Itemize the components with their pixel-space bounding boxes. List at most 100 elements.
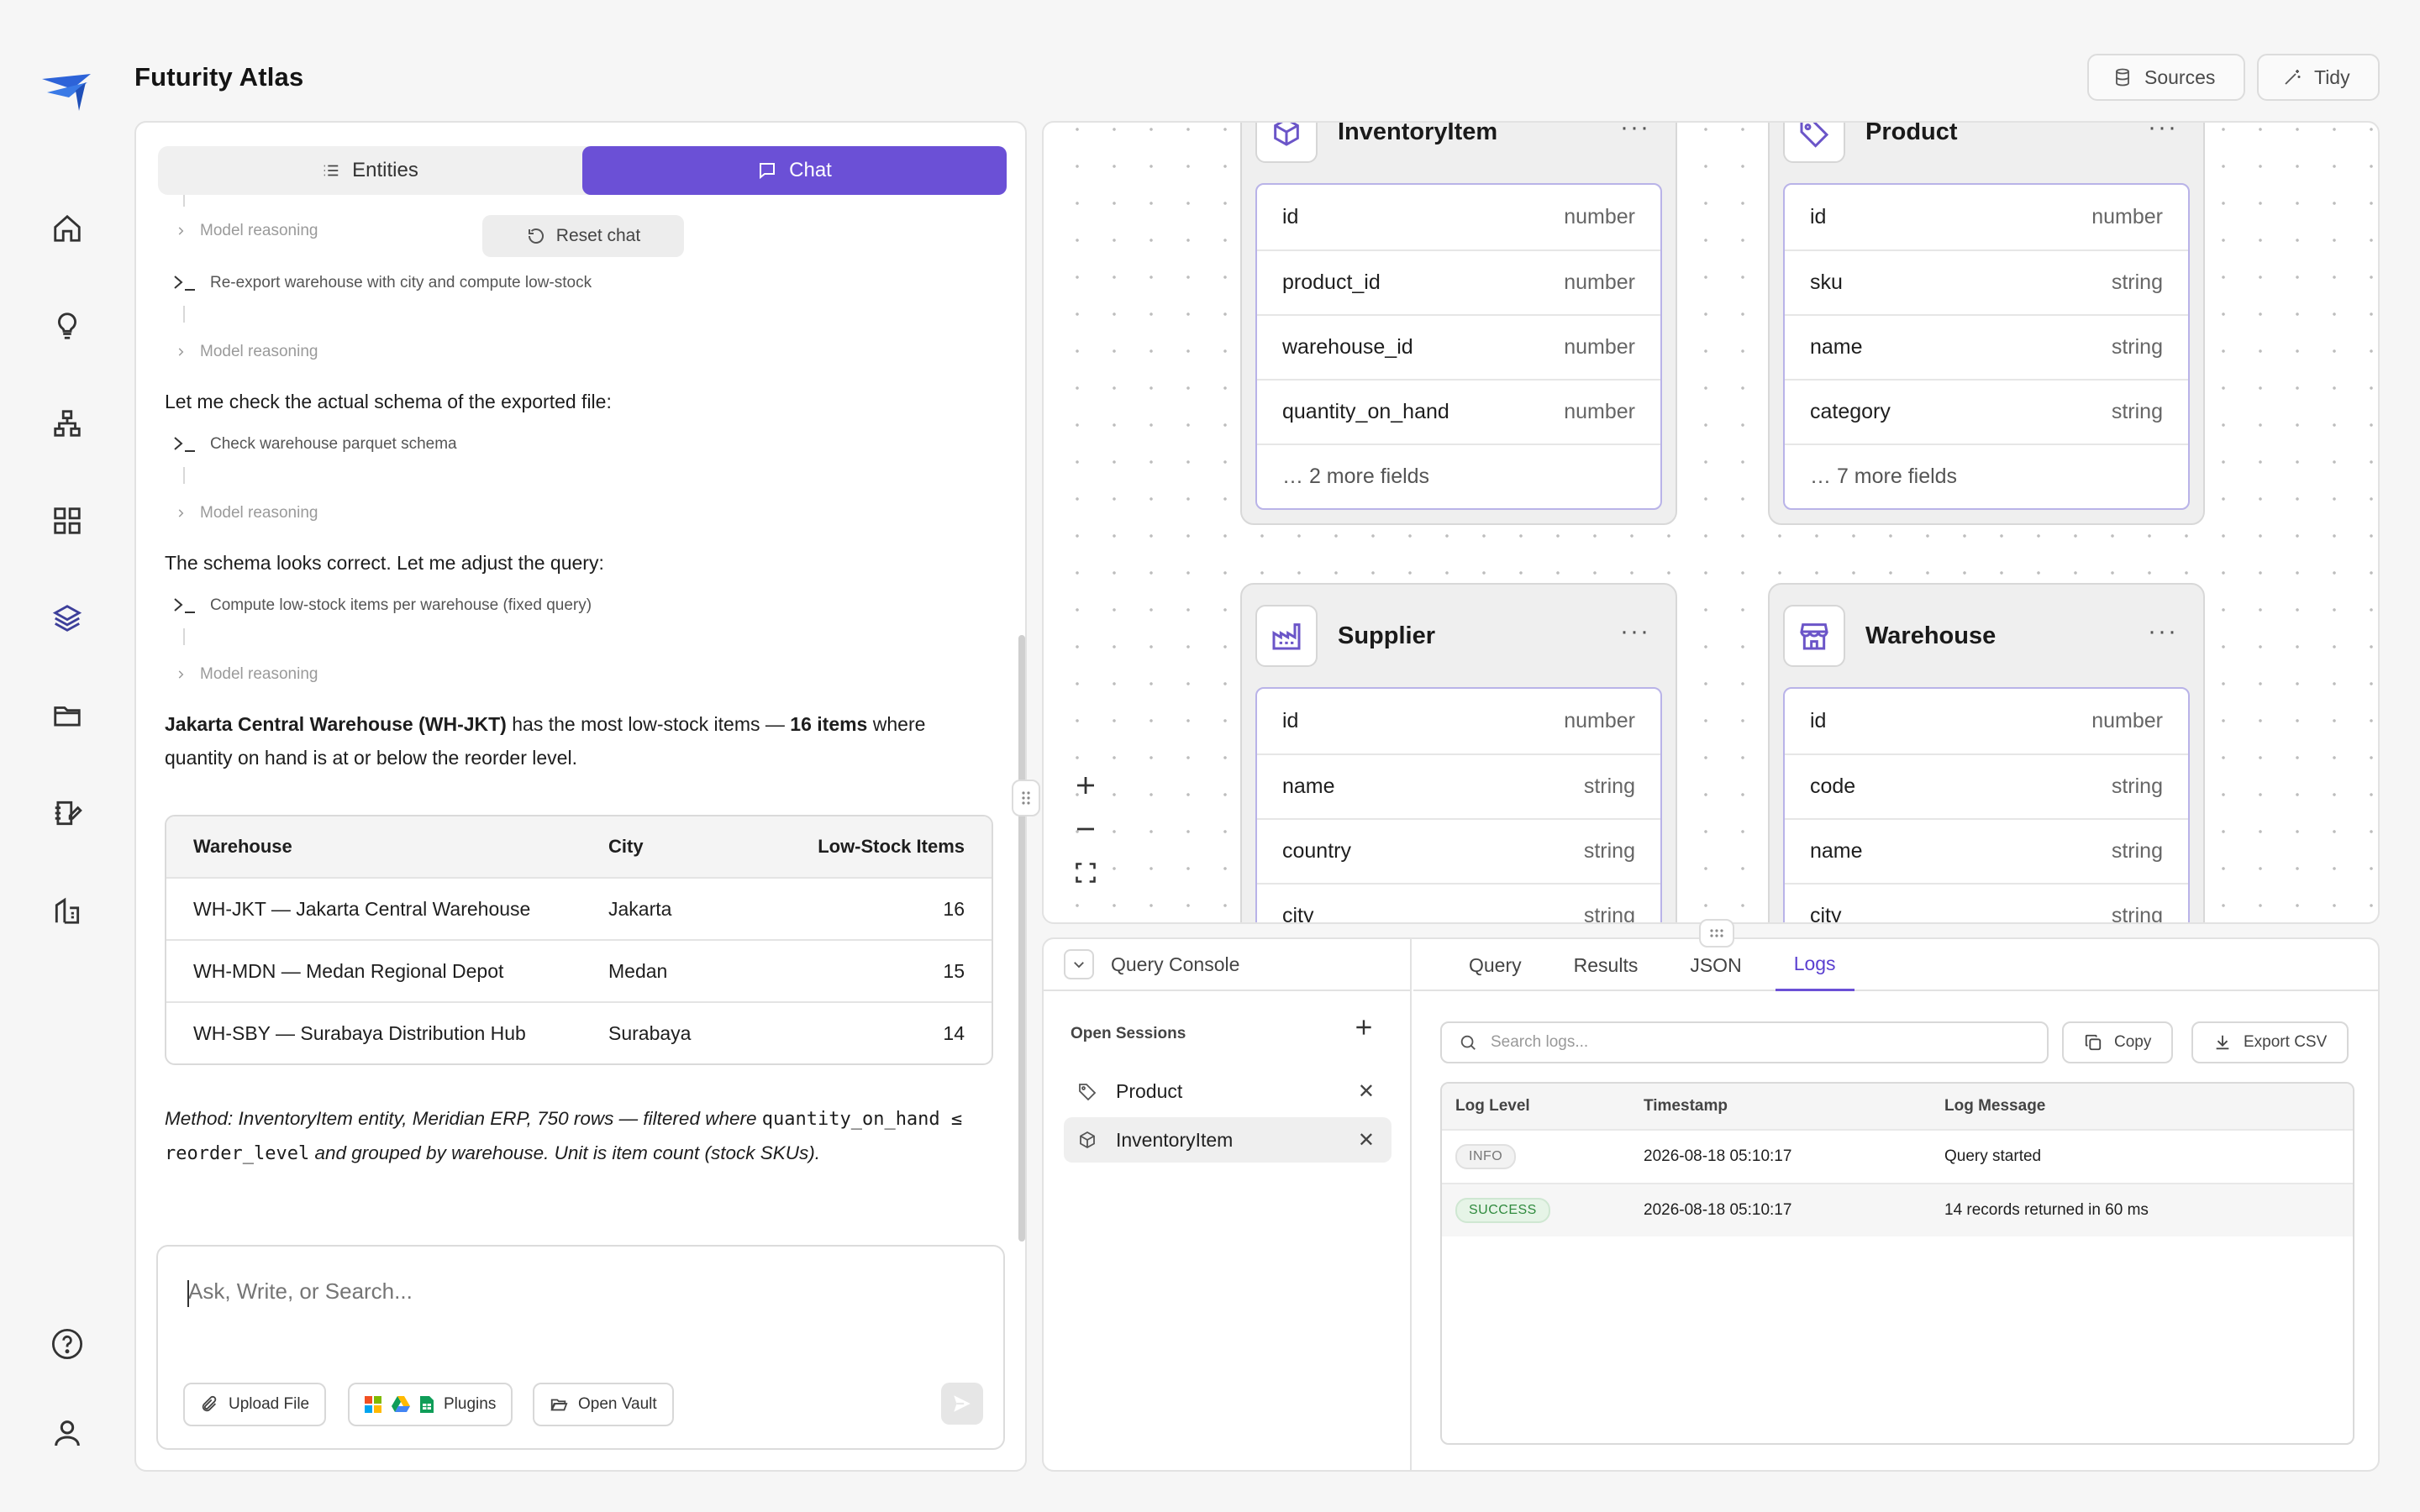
more-options-icon[interactable]: ··· [2148,123,2178,140]
tab-query[interactable]: Query [1450,939,1540,991]
edit-note-icon[interactable] [47,793,87,833]
field-row[interactable]: warehouse_id number [1257,314,1660,379]
entity-card-warehouse[interactable]: Warehouse ··· id number code string name st… [1768,583,2205,922]
field-name: name [1282,774,1335,798]
export-csv-label: Export CSV [2244,1033,2328,1051]
tool-step-2[interactable]: Check warehouse parquet schema [173,435,457,454]
tab-chat[interactable]: Chat [582,146,1007,195]
field-row[interactable]: city string [1785,883,2188,922]
zoom-out-icon[interactable] [1065,810,1106,848]
entity-card-inventoryitem[interactable]: InventoryItem ··· id number product_id num… [1240,121,1677,525]
field-type: string [2111,839,2163,863]
field-row[interactable]: name string [1785,314,2188,379]
field-list: id number code string name string city strin… [1783,687,2190,922]
session-item-product[interactable]: Product ✕ [1064,1068,1392,1114]
field-row[interactable]: id number [1785,689,2188,753]
more-fields-link[interactable]: … 7 more fields [1785,444,2188,508]
field-type: string [1583,774,1635,798]
query-console-title: Query Console [1111,953,1240,975]
field-row[interactable]: code string [1785,753,2188,818]
more-options-icon[interactable]: ··· [1620,123,1650,140]
reasoning-toggle-4[interactable]: Model reasoning [175,665,318,684]
layers-icon[interactable] [47,598,87,638]
field-row[interactable]: quantity_on_hand number [1257,379,1660,444]
field-name: quantity_on_hand [1282,400,1449,423]
field-list: id number product_id number warehouse_id nu… [1255,183,1662,510]
reset-chat-button[interactable]: Reset chat [482,215,684,257]
field-type: string [1583,904,1635,924]
hierarchy-icon[interactable] [47,403,87,444]
home-icon[interactable] [47,208,87,249]
more-options-icon[interactable]: ··· [1620,619,1650,644]
field-type: number [1564,335,1635,359]
tidy-label: Tidy [2314,66,2350,88]
field-row[interactable]: name string [1785,818,2188,883]
table-row: INFO 2026-08-18 05:10:17 Query started [1442,1129,2353,1183]
entity-name: InventoryItem [1338,121,1498,145]
entity-card-product[interactable]: Product ··· id number sku string name strin… [1768,123,2205,525]
method-suffix: and grouped by warehouse. Unit is item c… [309,1142,820,1163]
fit-view-icon[interactable] [1065,853,1106,892]
more-fields-link[interactable]: … 2 more fields [1257,444,1660,508]
zoom-in-icon[interactable] [1065,766,1106,805]
reasoning-toggle-2[interactable]: Model reasoning [175,343,318,361]
chat-scrollbar[interactable] [1018,635,1025,1242]
tidy-button[interactable]: Tidy [2257,54,2380,101]
close-icon[interactable]: ✕ [1358,1128,1375,1152]
help-icon[interactable] [47,1324,87,1364]
tab-logs[interactable]: Logs [1775,939,1854,991]
tool-step-1[interactable]: Re-export warehouse with city and comput… [173,274,592,292]
field-name: sku [1810,270,1843,294]
plugins-button[interactable]: Plugins [348,1383,513,1426]
user-icon[interactable] [47,1413,87,1453]
field-row[interactable]: name string [1257,753,1660,818]
add-session-button[interactable] [1353,1016,1375,1038]
sources-button[interactable]: Sources [2087,54,2245,101]
chat-bubble-icon [757,160,777,181]
export-csv-button[interactable]: Export CSV [2191,1021,2349,1063]
grid-icon[interactable] [47,501,87,541]
upload-file-button[interactable]: Upload File [183,1383,327,1426]
field-row[interactable]: sku string [1785,249,2188,314]
building-icon[interactable] [47,890,87,931]
field-row[interactable]: id number [1785,185,2188,249]
copy-button[interactable]: Copy [2062,1021,2174,1063]
send-button[interactable] [941,1383,983,1425]
log-search-field[interactable]: Search logs... [1440,1021,2049,1063]
folder-icon[interactable] [47,696,87,736]
entity-card-supplier[interactable]: Supplier ··· id number name string country… [1240,583,1677,924]
assistant-message-2: The schema looks correct. Let me adjust … [165,552,604,574]
field-type: string [2111,270,2163,294]
log-level-cell: INFO [1442,1144,1644,1169]
session-item-inventoryitem[interactable]: InventoryItem ✕ [1064,1117,1392,1163]
text-caret [187,1280,189,1307]
cell-warehouse: WH-SBY — Surabaya Distribution Hub [193,1021,526,1044]
more-options-icon[interactable]: ··· [2148,619,2178,644]
answer-text: has the most low-stock items — [506,713,791,735]
field-row[interactable]: id number [1257,689,1660,753]
lightbulb-icon[interactable] [47,306,87,346]
database-icon [2112,67,2133,87]
tab-results[interactable]: Results [1555,939,1657,991]
field-row[interactable]: id number [1257,185,1660,249]
field-row[interactable]: product_id number [1257,249,1660,314]
reasoning-toggle-3[interactable]: Model reasoning [175,504,318,522]
panel-resize-handle[interactable] [1012,780,1040,816]
field-type: number [1564,205,1635,228]
entity-name: Supplier [1338,622,1436,649]
copy-label: Copy [2114,1033,2152,1051]
open-vault-button[interactable]: Open Vault [533,1383,674,1426]
reasoning-toggle-1[interactable]: Model reasoning [175,222,318,240]
tab-entities[interactable]: Entities [158,146,582,195]
field-row[interactable]: country string [1257,818,1660,883]
field-row[interactable]: city string [1257,883,1660,924]
schema-canvas[interactable]: InventoryItem ··· id number product_id num… [1042,121,2380,924]
chat-input[interactable] [188,1278,944,1305]
tool-step-3[interactable]: Compute low-stock items per warehouse (f… [173,596,592,615]
field-row[interactable]: category string [1785,379,2188,444]
app-title: Futurity Atlas [134,62,304,92]
console-resize-handle[interactable] [1699,919,1734,948]
close-icon[interactable]: ✕ [1358,1079,1375,1104]
collapse-button[interactable] [1064,949,1094,979]
field-name: id [1282,205,1299,228]
